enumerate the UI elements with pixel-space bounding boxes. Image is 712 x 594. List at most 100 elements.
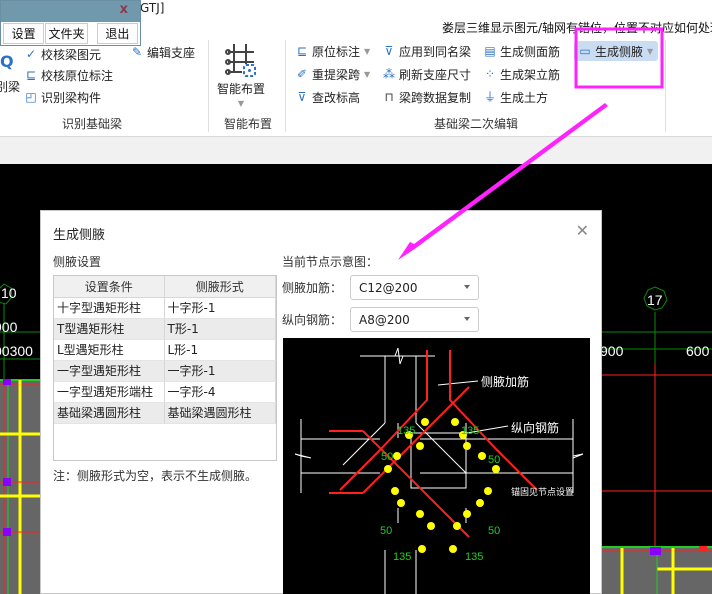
close-icon[interactable]: ✕: [576, 221, 589, 240]
grid-layout-icon: [225, 44, 256, 77]
axis-label-right: 17: [647, 292, 663, 308]
axis-label-left: 10: [1, 285, 17, 301]
apply-icon: ⊽: [384, 44, 394, 58]
generate-haunch-dialog: 生成侧腋 ✕ 侧腋设置 设置条件 侧腋形式 十字型遇矩形柱 十字形-1 T型遇矩…: [40, 210, 602, 594]
dim-label: 600: [686, 343, 710, 359]
section-label: 侧腋设置: [53, 255, 102, 269]
dim-label: 00300: [0, 343, 33, 359]
check-icon: ✓: [25, 47, 37, 61]
offset-label: 50: [488, 454, 500, 466]
angle-label: 135: [397, 425, 415, 437]
identify-beam-button[interactable]: 别梁: [0, 76, 20, 96]
erect-rebar-icon: ⁘: [484, 67, 496, 81]
form-cell[interactable]: 一字形-1: [164, 360, 276, 382]
long-rebar-dots: [384, 418, 500, 553]
side-rebar-icon: ▤: [484, 44, 496, 58]
apply-same-name-button[interactable]: ⊽ 应用到同名梁: [382, 41, 471, 61]
column-marker: [650, 547, 661, 555]
earthwork-icon: ⏚: [483, 90, 496, 104]
dim-label: 900: [600, 343, 624, 359]
identify-beam-label: 别梁: [0, 79, 21, 94]
haunch-rules-table: 设置条件 侧腋形式 十字型遇矩形柱 十字形-1 T型遇矩形柱 T形-1 L型遇矩…: [53, 275, 277, 461]
in-situ-annotation-button[interactable]: ⊑ 原位标注 ▼: [295, 41, 370, 61]
check-annotation-button[interactable]: ⊑ 校核原位标注: [24, 65, 113, 85]
edit-elevation-label: 查改标高: [312, 90, 361, 105]
gen-earthwork-button[interactable]: ⏚ 生成土方: [483, 87, 548, 107]
chevron-down-icon: [464, 317, 470, 321]
label-haunch-rebar: 侧腋加筋: [481, 374, 529, 389]
edit-elevation-button[interactable]: ⊽ 查改标高: [295, 87, 360, 107]
exit-button[interactable]: 退出: [96, 23, 139, 44]
copy-span-icon: ⊓: [384, 90, 394, 104]
rebar-dot: [463, 510, 471, 518]
rebar-dot: [478, 452, 486, 460]
identify-beam-member-button[interactable]: ◰ 识别梁构件: [24, 87, 101, 107]
column-header: 侧腋形式: [164, 276, 276, 298]
hint-link[interactable]: 娄层三维显示图元/轴网有错位，位置不对应如何处理: [442, 19, 712, 36]
magnifier-icon: Q: [0, 52, 14, 71]
chevron-down-icon: ▼: [647, 46, 654, 56]
table-row[interactable]: 一字型遇矩形端柱 一字形-4: [54, 381, 276, 403]
gen-erect-rebar-button[interactable]: ⁘ 生成架立筋: [483, 64, 560, 84]
long-rebar-field: 纵向钢筋： A8@200: [282, 307, 479, 332]
chevron-down-icon: ▼: [364, 46, 371, 56]
gen-side-rebar-button[interactable]: ▤ 生成侧面筋: [483, 41, 560, 61]
app-root: GTJ] 娄层三维显示图元/轴网有错位，位置不对应如何处理 别梁 Q ✓ 校核梁…: [0, 0, 712, 594]
table-row[interactable]: L型遇矩形柱 L形-1: [54, 339, 276, 361]
note-text: 注：侧腋形式为空，表示不生成侧腋。: [53, 469, 258, 483]
break-symbol: [572, 453, 584, 459]
gen-haunch-button[interactable]: ▭ 生成侧腋 ▼: [574, 41, 659, 61]
form-cell[interactable]: L形-1: [164, 339, 276, 361]
long-rebar-select[interactable]: A8@200: [350, 307, 479, 332]
re-extract-span-button[interactable]: ✐ 重提梁跨 ▼: [295, 64, 370, 84]
check-beam-elements-button[interactable]: ✓ 校核梁图元: [24, 44, 101, 64]
haunch-rebar-value: C12@200: [359, 280, 418, 295]
haunch-icon: ▭: [579, 44, 591, 58]
refresh-icon: ⁂: [383, 67, 395, 81]
gen-haunch-label: 生成侧腋: [595, 44, 644, 59]
ribbon-separator: [665, 40, 666, 132]
rebar-dot: [416, 510, 424, 518]
leader-line: [437, 380, 479, 386]
long-rebar-label: 纵向钢筋：: [282, 313, 343, 327]
settings-button[interactable]: 设置: [3, 23, 45, 44]
mini-window: x 设置 文件夹 退出: [0, 0, 141, 46]
table-row[interactable]: 基础梁遇圆形柱 基础梁遇圆形柱: [54, 402, 276, 424]
table-row[interactable]: 十字型遇矩形柱 十字形-1: [54, 297, 276, 319]
offset-label: 50: [380, 525, 392, 537]
folder-button[interactable]: 文件夹: [45, 23, 88, 44]
form-cell[interactable]: 基础梁遇圆形柱: [164, 402, 276, 424]
gen-erect-rebar-label: 生成架立筋: [500, 67, 561, 82]
rebar-dot: [492, 465, 500, 473]
dialog-title: 生成侧腋: [53, 228, 106, 243]
gen-side-rebar-label: 生成侧面筋: [500, 44, 561, 59]
chevron-down-icon: ▼: [364, 69, 371, 79]
toolbar-band: [0, 137, 712, 164]
condition-cell: L型遇矩形柱: [54, 339, 165, 361]
smart-layout-button[interactable]: 智能布置 ▼: [213, 42, 269, 108]
rebar-dot: [384, 465, 392, 473]
haunch-rebar-label: 侧腋加筋：: [282, 281, 343, 295]
long-rebar-value: A8@200: [359, 312, 410, 327]
form-cell[interactable]: 一字形-4: [164, 381, 276, 403]
offset-label: 50: [381, 451, 393, 463]
refresh-support-button[interactable]: ⁂ 刷新支座尺寸: [382, 64, 471, 84]
form-cell[interactable]: T形-1: [164, 318, 276, 340]
rebar-dot: [397, 499, 405, 507]
table-row[interactable]: T型遇矩形柱 T形-1: [54, 318, 276, 340]
rebar-dot: [476, 499, 484, 507]
table-row[interactable]: 一字型遇矩形柱 一字形-1: [54, 360, 276, 382]
rebar-dot: [449, 545, 457, 553]
close-icon[interactable]: x: [120, 2, 128, 17]
copy-span-data-button[interactable]: ⊓ 梁跨数据复制: [382, 87, 471, 107]
offset-label: 50: [488, 525, 500, 537]
identify-member-label: 识别梁构件: [41, 90, 102, 105]
ribbon-separator: [285, 40, 286, 132]
apply-same-name-label: 应用到同名梁: [399, 44, 472, 59]
form-cell[interactable]: 十字形-1: [164, 297, 276, 319]
condition-cell: 一字型遇矩形端柱: [54, 381, 165, 403]
in-situ-annotation-label: 原位标注: [312, 44, 361, 59]
haunch-rebar-select[interactable]: C12@200: [350, 275, 479, 300]
node-diagram: 侧腋加筋 纵向钢筋 锚固见节点设置 135 135 135 135 50 50 …: [283, 338, 590, 594]
ribbon-separator: [208, 40, 209, 132]
